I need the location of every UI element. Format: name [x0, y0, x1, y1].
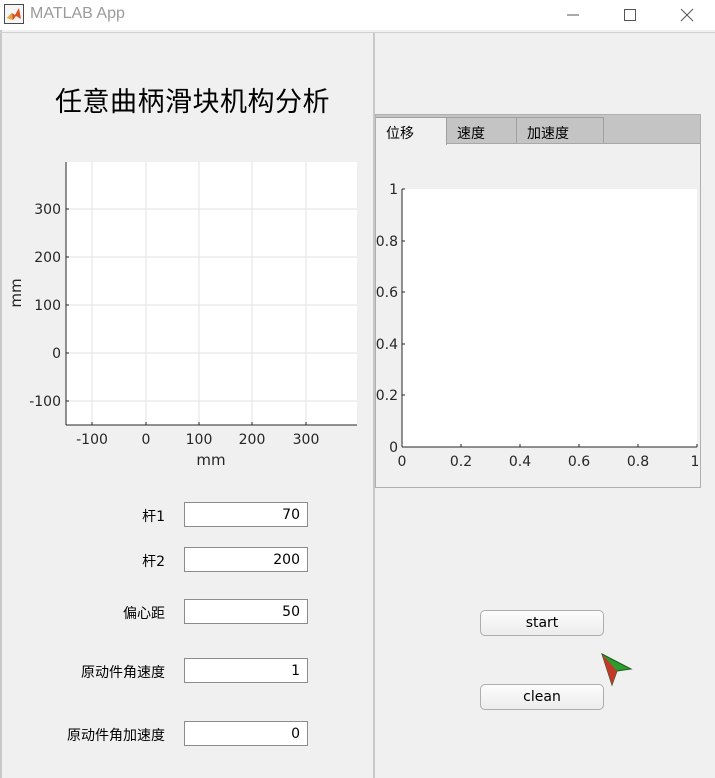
- results-plot-area: [402, 189, 697, 447]
- close-button[interactable]: [658, 0, 715, 30]
- window-border-top: [0, 32, 715, 33]
- results-x-tick: 1: [691, 454, 700, 470]
- mechanism-axes[interactable]: -100 0 100 200 300 300 200 100 0 -100 mm…: [0, 150, 370, 480]
- tab-velocity[interactable]: 速度: [447, 117, 517, 143]
- results-x-tick: 0.4: [509, 454, 531, 470]
- label-link1: 杆1: [142, 509, 165, 525]
- mech-y-tick: 100: [34, 298, 61, 314]
- mech-xlabel: mm: [196, 451, 225, 469]
- mech-x-tick: 300: [293, 432, 320, 448]
- mech-y-tick: 300: [34, 202, 61, 218]
- mech-y-tick: 200: [34, 250, 61, 266]
- results-x-tick: 0.6: [568, 454, 590, 470]
- eccentricity-field[interactable]: [184, 599, 308, 624]
- angular-velocity-field[interactable]: [184, 658, 308, 683]
- maximize-button[interactable]: [601, 0, 659, 30]
- matlab-logo-icon: [4, 4, 24, 24]
- results-x-tick: 0.8: [627, 454, 649, 470]
- mechanism-plot-area: [66, 162, 357, 425]
- results-x-tick: 0.2: [450, 454, 472, 470]
- minimize-button[interactable]: [544, 0, 602, 30]
- label-angular-velocity: 原动件角速度: [81, 665, 165, 681]
- mech-x-tick: 200: [239, 432, 266, 448]
- maximize-icon: [624, 9, 636, 21]
- results-tab-group: 位移 速度 加速度 0 0.2 0.4 0.6 0.8 1 1 0.8 0.6 …: [375, 114, 701, 488]
- clean-button[interactable]: clean: [480, 684, 604, 710]
- window-title: MATLAB App: [30, 5, 125, 22]
- results-y-tick: 0.4: [376, 337, 398, 353]
- results-y-tick: 0: [389, 440, 398, 456]
- angular-acceleration-field[interactable]: [184, 721, 308, 746]
- label-eccentricity: 偏心距: [123, 606, 165, 622]
- link2-field[interactable]: [184, 547, 308, 572]
- mech-y-tick: -100: [29, 394, 61, 410]
- start-button[interactable]: start: [480, 610, 604, 636]
- tab-acceleration[interactable]: 加速度: [517, 117, 604, 143]
- mech-x-tick: 100: [186, 432, 213, 448]
- results-y-tick: 0.6: [376, 285, 398, 301]
- minimize-icon: [567, 14, 579, 16]
- page-title: 任意曲柄滑块机构分析: [55, 87, 330, 118]
- results-y-tick: 0.2: [376, 388, 398, 404]
- title-bar: MATLAB App: [0, 0, 715, 30]
- results-y-tick: 1: [389, 182, 398, 198]
- results-x-tick: 0: [398, 454, 407, 470]
- mech-x-tick: -100: [76, 432, 108, 448]
- link1-field[interactable]: [184, 502, 308, 527]
- tab-strip: 位移 速度 加速度: [376, 115, 700, 145]
- label-link2: 杆2: [142, 554, 165, 570]
- label-angular-acceleration: 原动件角加速度: [67, 728, 165, 744]
- mech-ylabel: mm: [7, 278, 25, 307]
- close-icon: [680, 8, 694, 22]
- displacement-axes[interactable]: 0 0.2 0.4 0.6 0.8 1 1 0.8 0.6 0.4 0.2 0: [376, 175, 700, 475]
- results-y-tick: 0.8: [376, 234, 398, 250]
- mech-y-tick: 0: [52, 346, 61, 362]
- cursor-icon: [601, 652, 633, 687]
- mech-x-tick: 0: [142, 432, 151, 448]
- tab-displacement[interactable]: 位移: [376, 117, 447, 145]
